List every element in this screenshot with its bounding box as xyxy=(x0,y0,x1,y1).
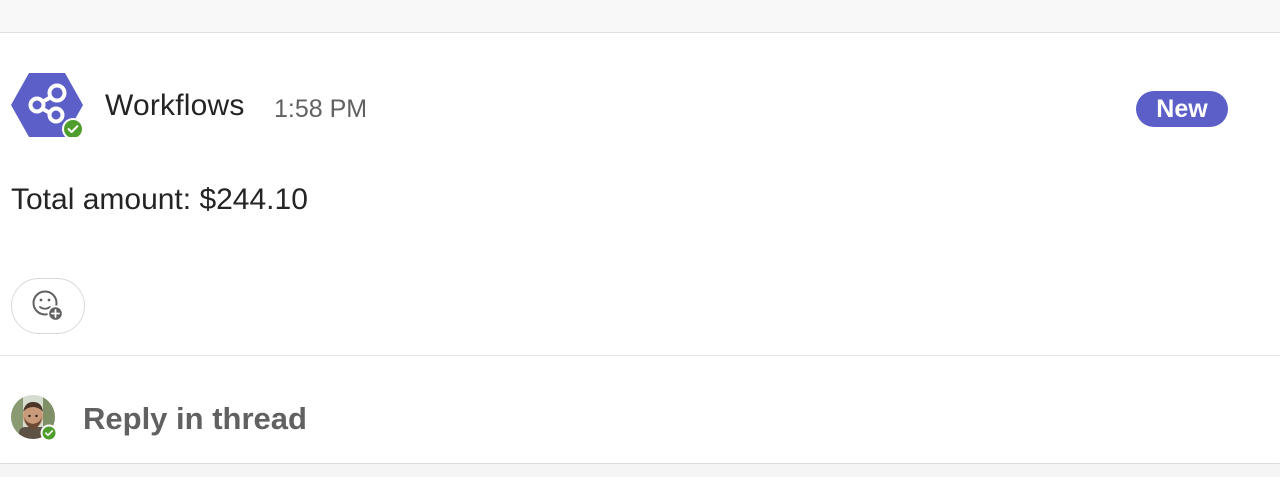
reply-in-thread-label: Reply in thread xyxy=(83,401,307,436)
chat-message-view: Workflows 1:58 PM New Total amount: $244… xyxy=(0,0,1280,477)
available-check-icon xyxy=(40,424,58,442)
user-avatar[interactable] xyxy=(11,395,59,443)
message-body: Total amount: $244.10 xyxy=(11,183,308,216)
workflows-share-icon xyxy=(11,73,84,140)
message-timestamp: 1:58 PM xyxy=(274,95,368,123)
message-header: Workflows 1:58 PM New xyxy=(0,73,1280,140)
new-badge: New xyxy=(1136,91,1228,127)
previous-message-area xyxy=(0,0,1280,33)
emoji-add-icon xyxy=(32,290,64,322)
user-photo-icon xyxy=(11,395,58,442)
workflows-app-avatar[interactable] xyxy=(11,73,84,140)
sender-name[interactable]: Workflows xyxy=(105,89,245,123)
reply-in-thread-button[interactable]: Reply in thread xyxy=(0,356,1280,463)
add-reaction-button[interactable] xyxy=(11,278,85,334)
message-card: Workflows 1:58 PM New Total amount: $244… xyxy=(0,33,1280,463)
next-message-area xyxy=(0,464,1280,477)
